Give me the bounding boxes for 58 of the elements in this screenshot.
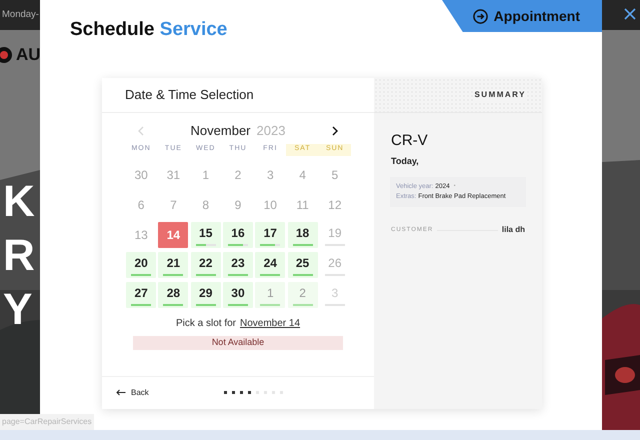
calendar-day[interactable]: 14 xyxy=(158,222,188,248)
appointment-button[interactable]: Appointment xyxy=(442,0,602,32)
calendar-day[interactable]: 25 xyxy=(288,252,318,278)
slot-prompt: Pick a slot for xyxy=(176,316,236,330)
calendar-day[interactable]: 18 xyxy=(288,222,318,248)
back-button[interactable]: Back xyxy=(116,386,149,398)
month-label: November xyxy=(190,122,251,140)
calendar-day[interactable]: 31 xyxy=(158,162,188,188)
close-icon xyxy=(624,8,636,20)
availability-banner: Not Available xyxy=(133,336,343,350)
hero-text: K xyxy=(3,176,35,228)
calendar-day[interactable]: 20 xyxy=(126,252,156,278)
calendar-day[interactable]: 27 xyxy=(126,282,156,308)
hero-text: Y xyxy=(3,284,34,336)
chevron-left-icon xyxy=(138,126,144,136)
calendar-day[interactable]: 4 xyxy=(288,162,318,188)
chevron-right-icon xyxy=(332,126,338,136)
status-url: page=CarRepairServices xyxy=(0,414,94,430)
calendar-day[interactable]: 12 xyxy=(320,192,350,218)
calendar-day[interactable]: 16 xyxy=(222,222,253,248)
vehicle-model: CR-V xyxy=(391,130,429,150)
calendar-day[interactable]: 7 xyxy=(158,192,188,218)
calendar-day[interactable]: 5 xyxy=(320,162,350,188)
calendar-day[interactable]: 30 xyxy=(126,162,156,188)
calendar-day[interactable]: 26 xyxy=(320,252,350,278)
calendar-day[interactable]: 6 xyxy=(126,192,156,218)
calendar-day[interactable]: 24 xyxy=(255,252,286,278)
calendar-day[interactable]: 3 xyxy=(255,162,286,188)
calendar-day[interactable]: 13 xyxy=(126,222,156,248)
hero-text: R xyxy=(3,230,35,282)
calendar-day[interactable]: 22 xyxy=(190,252,221,278)
slot-date-link[interactable]: November 14 xyxy=(240,316,300,330)
calendar-day[interactable]: 19 xyxy=(320,222,350,248)
calendar-day[interactable]: 8 xyxy=(190,192,221,218)
summary-heading: SUMMARY xyxy=(474,88,526,100)
appointment-day: Today, xyxy=(391,155,525,168)
calendar-day[interactable]: 30 xyxy=(222,282,253,308)
calendar-day[interactable]: 15 xyxy=(190,222,221,248)
calendar-day[interactable]: 2 xyxy=(288,282,318,308)
calendar-day[interactable]: 28 xyxy=(158,282,188,308)
section-heading: Date & Time Selection xyxy=(125,86,254,104)
calendar-day[interactable]: 9 xyxy=(222,192,253,218)
logo-text: AU xyxy=(16,44,41,66)
calendar-day[interactable]: 1 xyxy=(255,282,286,308)
calendar-day[interactable]: 11 xyxy=(288,192,318,218)
calendar-day[interactable]: 2 xyxy=(222,162,253,188)
calendar-day[interactable]: 23 xyxy=(222,252,253,278)
calendar-day[interactable]: 29 xyxy=(190,282,221,308)
arrow-circle-icon xyxy=(472,8,488,24)
customer-name: lila dh xyxy=(502,224,525,236)
modal-title: Schedule Service xyxy=(70,18,228,42)
calendar-day[interactable]: 21 xyxy=(158,252,188,278)
calendar-day[interactable]: 1 xyxy=(190,162,221,188)
calendar-day[interactable]: 17 xyxy=(255,222,286,248)
hours-text: Monday- xyxy=(2,8,39,22)
year-label: 2023 xyxy=(256,122,286,140)
arrow-left-icon xyxy=(116,389,126,396)
calendar-day[interactable]: 10 xyxy=(255,192,286,218)
